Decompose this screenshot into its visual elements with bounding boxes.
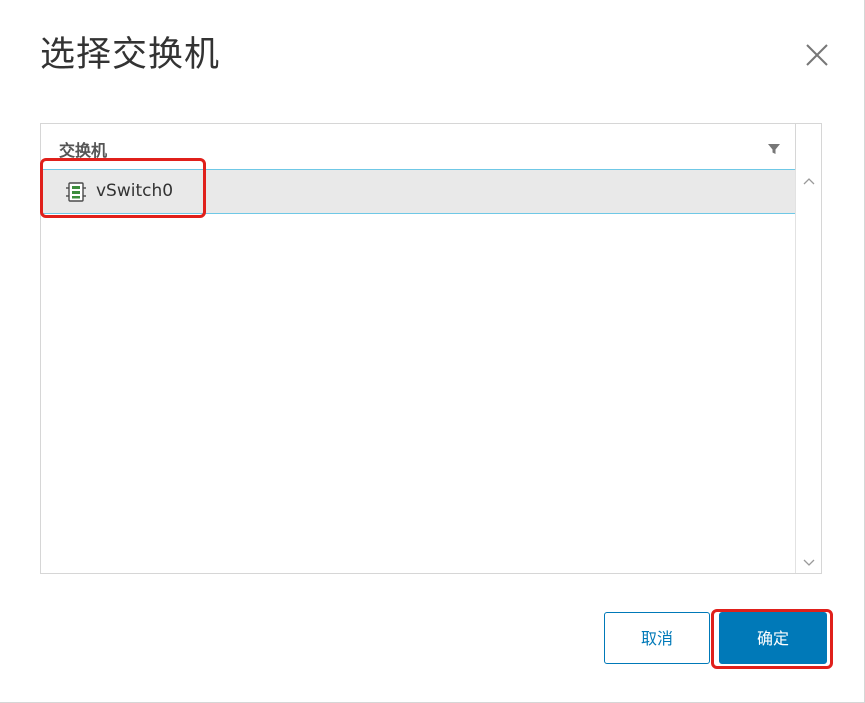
close-button[interactable]	[800, 38, 834, 72]
select-switch-dialog: 选择交换机 交换机 vSwitch0 取消 确定	[0, 0, 865, 703]
chevron-up-icon[interactable]	[803, 176, 815, 188]
column-header-switch[interactable]: 交换机	[59, 137, 107, 161]
column-filter-button[interactable]	[767, 141, 781, 155]
table-row-vswitch0[interactable]: vSwitch0	[41, 170, 795, 214]
row-label-switch-name: vSwitch0	[96, 181, 174, 201]
dialog-title: 选择交换机	[40, 35, 221, 75]
close-icon	[806, 44, 828, 66]
cancel-button[interactable]: 取消	[604, 612, 710, 664]
chevron-down-icon[interactable]	[803, 556, 815, 568]
switch-datagrid: 交换机 vSwitch0	[40, 123, 822, 574]
grid-header: 交换机	[41, 124, 795, 170]
virtual-switch-icon	[66, 182, 86, 202]
vertical-scrollbar[interactable]	[795, 170, 821, 573]
header-divider	[795, 124, 796, 170]
ok-button[interactable]: 确定	[719, 612, 827, 664]
filter-icon	[768, 144, 780, 154]
